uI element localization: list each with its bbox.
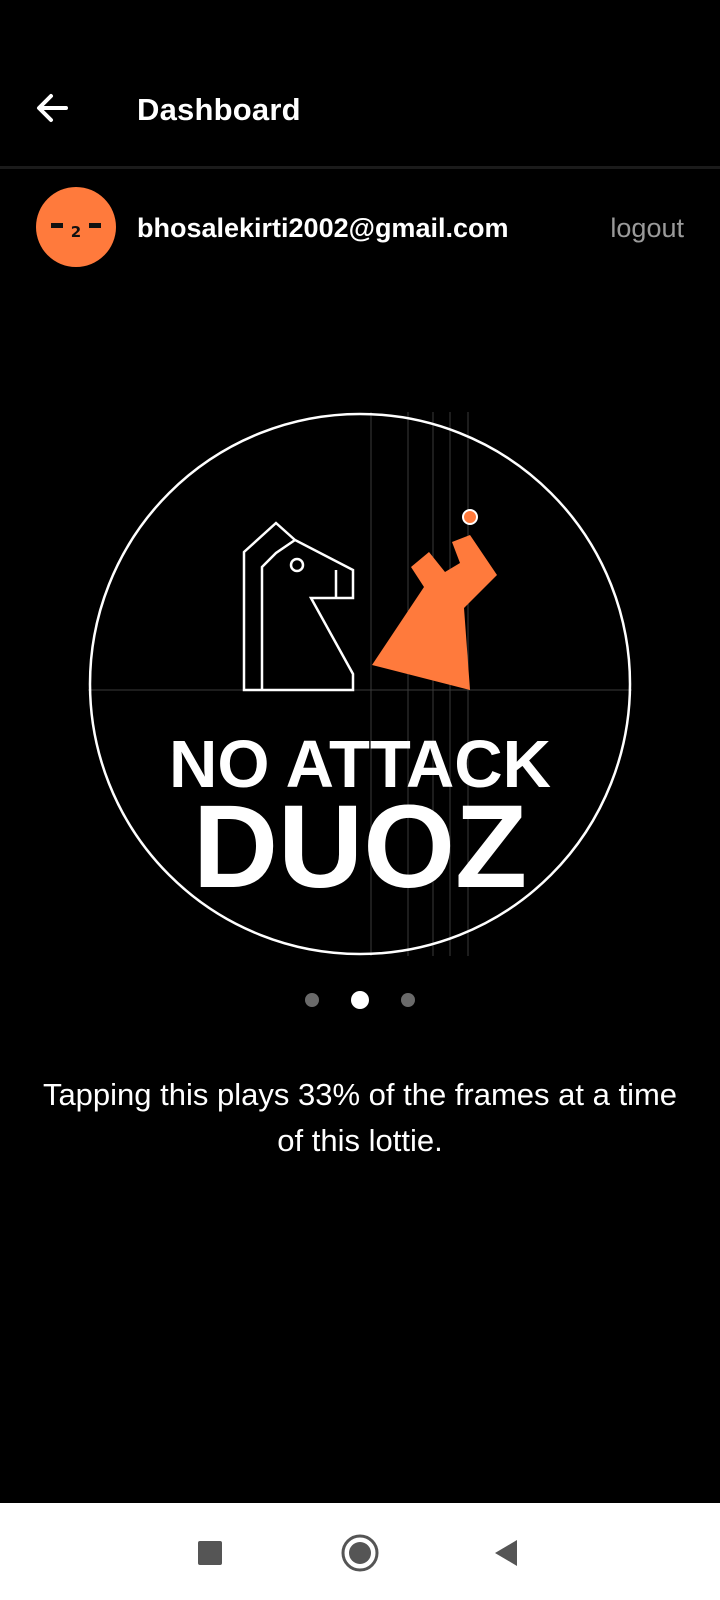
- user-email: bhosalekirti2002@gmail.com: [137, 213, 509, 243]
- page-dot-3[interactable]: [401, 993, 415, 1007]
- page-title: Dashboard: [137, 92, 301, 127]
- page-dot-1[interactable]: [305, 993, 319, 1007]
- page-dot-2-active[interactable]: [351, 991, 369, 1009]
- logo-line-2: DUOZ: [193, 781, 527, 913]
- logout-link[interactable]: logout: [610, 213, 684, 244]
- svg-text:2: 2: [71, 223, 81, 241]
- sleepy-face-icon: 2: [51, 223, 101, 241]
- home-circle-icon: [341, 1534, 379, 1572]
- queen-piece-icon: [372, 509, 497, 690]
- avatar: 2: [36, 187, 116, 267]
- app-bar-divider: [0, 166, 720, 169]
- system-back-button[interactable]: [476, 1523, 536, 1583]
- arrow-left-icon: [37, 94, 68, 122]
- system-nav-bar: [0, 1503, 720, 1600]
- back-button[interactable]: [28, 84, 76, 132]
- description-text: Tapping this plays 33% of the frames at …: [42, 1077, 678, 1158]
- recents-square-icon: [198, 1541, 222, 1565]
- page-indicator: [0, 991, 720, 1009]
- app-bar: Dashboard: [0, 0, 720, 166]
- knight-piece-icon: [242, 521, 355, 692]
- back-triangle-icon: [495, 1540, 517, 1566]
- lottie-animation[interactable]: NO ATTACK DUOZ: [88, 412, 632, 956]
- home-button[interactable]: [330, 1523, 390, 1583]
- recents-button[interactable]: [180, 1523, 240, 1583]
